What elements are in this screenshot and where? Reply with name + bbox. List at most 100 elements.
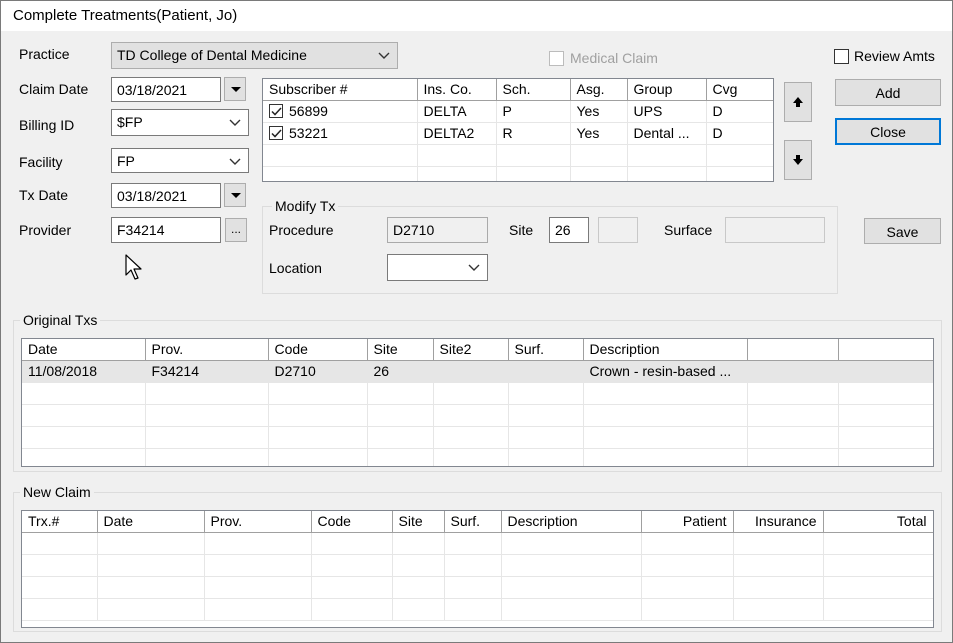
patient-col-header[interactable]: Patient (641, 511, 734, 533)
extra-cell (747, 360, 839, 383)
date-cell: 11/08/2018 (22, 360, 146, 383)
subscriber-row[interactable]: 53221 DELTA2 R Yes Dental ... D (263, 122, 773, 145)
description-col-header[interactable]: Description (583, 339, 748, 361)
description-col-header[interactable]: Description (501, 511, 642, 533)
medical-claim-checkbox[interactable] (549, 51, 564, 66)
chevron-down-icon (468, 264, 480, 271)
location-dropdown[interactable] (387, 254, 488, 281)
sch-col-header[interactable]: Sch. (496, 79, 571, 101)
modify-tx-title: Modify Tx (272, 198, 339, 214)
original-tx-row[interactable]: 11/08/2018 F34214 D2710 26 Crown - resin… (22, 360, 933, 383)
cvg-cell: D (706, 100, 773, 123)
review-amts-checkbox[interactable] (834, 49, 849, 64)
extra-col-header[interactable] (838, 339, 933, 361)
site-col-header[interactable]: Site (392, 511, 445, 533)
facility-label: Facility (19, 154, 63, 170)
billing-id-dropdown[interactable]: $FP (111, 109, 249, 136)
provider-label: Provider (19, 222, 72, 238)
surface-field (725, 217, 825, 243)
tx-date-label: Tx Date (19, 187, 69, 203)
extra-cell (838, 360, 933, 383)
medical-claim-label: Medical Claim (570, 50, 658, 66)
ins-co-cell: DELTA (417, 100, 497, 123)
provider-browse-button[interactable]: ... (225, 218, 247, 242)
site2-col-header[interactable]: Site2 (433, 339, 509, 361)
original-txs-title: Original Txs (20, 312, 101, 328)
facility-dropdown[interactable]: FP (111, 148, 249, 173)
ins-co-col-header[interactable]: Ins. Co. (417, 79, 497, 101)
subscriber-row[interactable]: 56899 DELTA P Yes UPS D (263, 100, 773, 123)
prov-cell: F34214 (145, 360, 269, 383)
claim-date-label: Claim Date (19, 81, 89, 97)
total-col-header[interactable]: Total (823, 511, 933, 533)
original-tx-row-empty (22, 448, 933, 466)
prov-col-header[interactable]: Prov. (204, 511, 312, 533)
original-txs-grid[interactable]: Date Prov. Code Site Site2 Surf. Descrip… (21, 338, 934, 467)
billing-id-label: Billing ID (19, 117, 75, 133)
site2-cell (433, 360, 509, 383)
code-col-header[interactable]: Code (268, 339, 368, 361)
practice-dropdown[interactable]: TD College of Dental Medicine (111, 42, 398, 69)
asg-col-header[interactable]: Asg. (570, 79, 628, 101)
date-col-header[interactable]: Date (22, 339, 146, 361)
add-button[interactable]: Add (835, 79, 941, 106)
move-down-button[interactable] (784, 140, 812, 180)
site-col-header[interactable]: Site (367, 339, 434, 361)
tx-date-field[interactable]: 03/18/2021 (111, 183, 221, 208)
new-claim-grid[interactable]: Trx.# Date Prov. Code Site Surf. Descrip… (21, 510, 934, 628)
subscriber-grid[interactable]: Subscriber # Ins. Co. Sch. Asg. Group Cv… (262, 78, 774, 182)
new-claim-row-empty (22, 554, 933, 577)
practice-value: TD College of Dental Medicine (117, 47, 307, 63)
subscriber-row-empty (263, 144, 773, 167)
ins-co-cell: DELTA2 (417, 122, 497, 145)
original-tx-row-empty (22, 404, 933, 427)
asg-cell: Yes (570, 122, 628, 145)
cvg-col-header[interactable]: Cvg (706, 79, 773, 101)
date-col-header[interactable]: Date (97, 511, 205, 533)
facility-value: FP (117, 153, 135, 169)
subscriber-checkbox[interactable] (269, 104, 283, 118)
claim-date-picker-button[interactable] (224, 77, 246, 101)
tx-date-picker-button[interactable] (224, 183, 246, 207)
surf-col-header[interactable]: Surf. (444, 511, 502, 533)
cvg-cell: D (706, 122, 773, 145)
original-tx-row-empty (22, 382, 933, 405)
checkmark-icon (271, 107, 282, 116)
sch-cell: R (496, 122, 571, 145)
dropdown-triangle-icon (231, 87, 241, 92)
procedure-label: Procedure (269, 222, 334, 238)
code-col-header[interactable]: Code (311, 511, 393, 533)
sch-cell: P (496, 100, 571, 123)
provider-field[interactable]: F34214 (111, 217, 221, 243)
save-button[interactable]: Save (864, 218, 941, 244)
move-up-button[interactable] (784, 82, 812, 122)
chevron-down-icon (229, 158, 241, 165)
subscriber-row-empty (263, 166, 773, 181)
new-claim-title: New Claim (20, 484, 94, 500)
trx-col-header[interactable]: Trx.# (22, 511, 98, 533)
subscriber-number: 53221 (289, 125, 328, 141)
close-button[interactable]: Close (835, 118, 941, 145)
group-cell: Dental ... (627, 122, 707, 145)
billing-id-value: $FP (117, 114, 143, 130)
arrow-up-icon (793, 97, 803, 107)
checkmark-icon (271, 129, 282, 138)
practice-label: Practice (19, 46, 70, 62)
subscriber-checkbox[interactable] (269, 126, 283, 140)
subscriber-col-header[interactable]: Subscriber # (263, 79, 418, 101)
chevron-down-icon (378, 52, 390, 59)
site-cell: 26 (367, 360, 434, 383)
extra-col-header[interactable] (747, 339, 839, 361)
insurance-col-header[interactable]: Insurance (733, 511, 824, 533)
description-cell: Crown - resin-based ... (583, 360, 748, 383)
claim-date-field[interactable]: 03/18/2021 (111, 77, 221, 102)
surf-col-header[interactable]: Surf. (508, 339, 584, 361)
prov-col-header[interactable]: Prov. (145, 339, 269, 361)
site-field[interactable]: 26 (549, 217, 589, 243)
window-title: Complete Treatments(Patient, Jo) (1, 1, 952, 31)
procedure-field: D2710 (387, 217, 488, 243)
review-amts-label: Review Amts (854, 48, 935, 64)
location-label: Location (269, 260, 322, 276)
group-col-header[interactable]: Group (627, 79, 707, 101)
site-label: Site (509, 222, 534, 238)
